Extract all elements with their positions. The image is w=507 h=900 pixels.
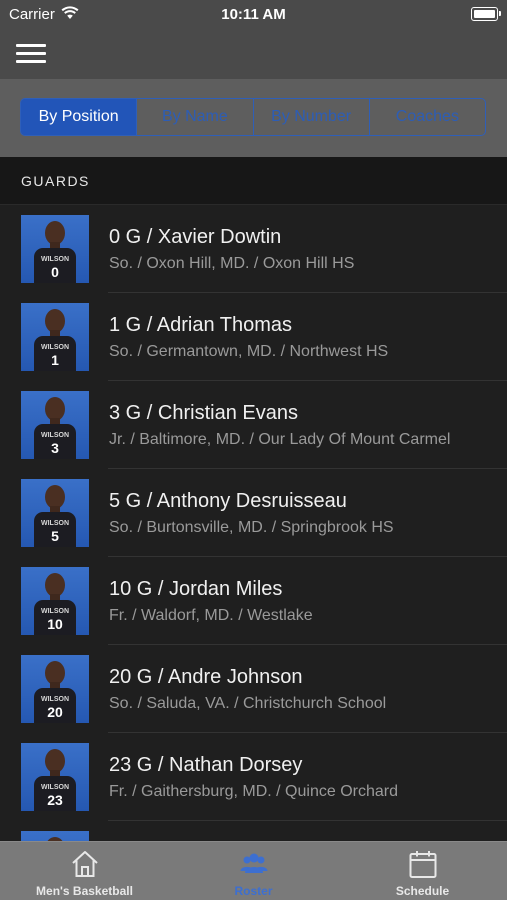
player-details: Jr. / Baltimore, MD. / Our Lady Of Mount… bbox=[109, 431, 451, 448]
status-time: 10:11 AM bbox=[221, 6, 286, 23]
hamburger-menu-icon[interactable] bbox=[16, 42, 46, 64]
segment-coaches[interactable]: Coaches bbox=[368, 99, 485, 135]
player-title: 10 G / Jordan Miles bbox=[109, 578, 283, 600]
roster-list[interactable]: WILSON 0 0 G / Xavier Dowtin So. / Oxon H… bbox=[0, 205, 507, 841]
roster-icon bbox=[240, 853, 267, 873]
battery-icon bbox=[471, 7, 501, 21]
player-photo bbox=[21, 831, 89, 841]
player-photo: WILSON 10 bbox=[21, 567, 89, 635]
segment-by-name[interactable]: By Name bbox=[136, 99, 252, 135]
player-details: So. / Burtonsville, MD. / Springbrook HS bbox=[109, 519, 394, 536]
player-title: 20 G / Andre Johnson bbox=[109, 666, 303, 688]
status-bar: Carrier 10:11 AM bbox=[0, 0, 507, 30]
player-row[interactable]: WILSON 0 0 G / Xavier Dowtin So. / Oxon H… bbox=[0, 205, 507, 293]
player-photo: WILSON 0 bbox=[21, 215, 89, 283]
player-details: So. / Germantown, MD. / Northwest HS bbox=[109, 343, 389, 360]
player-photo: WILSON 1 bbox=[21, 303, 89, 371]
player-title: 5 G / Anthony Desruisseau bbox=[109, 490, 347, 512]
calendar-icon bbox=[409, 851, 436, 878]
player-title: 1 G / Adrian Thomas bbox=[109, 314, 293, 336]
player-row[interactable]: WILSON 20 20 G / Andre Johnson So. / Salu… bbox=[0, 645, 507, 733]
tab-mens-basketball[interactable]: Men's Basketball bbox=[0, 842, 169, 900]
tab-roster[interactable]: Roster bbox=[169, 842, 338, 900]
tab-bar: Men's Basketball Roster Schedule bbox=[0, 841, 507, 900]
home-icon bbox=[71, 851, 98, 877]
roster-filter-bar: By Position By Name By Number Coaches bbox=[0, 79, 507, 157]
player-photo: WILSON 5 bbox=[21, 479, 89, 547]
player-details: So. / Oxon Hill, MD. / Oxon Hill HS bbox=[109, 255, 355, 272]
player-details: So. / Saluda, VA. / Christchurch School bbox=[109, 695, 387, 712]
player-row[interactable]: WILSON 5 5 G / Anthony Desruisseau So. / … bbox=[0, 469, 507, 557]
roster-segmented-control: By Position By Name By Number Coaches bbox=[20, 98, 486, 136]
player-photo: WILSON 3 bbox=[21, 391, 89, 459]
tab-schedule[interactable]: Schedule bbox=[338, 842, 507, 900]
player-photo: WILSON 23 bbox=[21, 743, 89, 811]
player-title: 3 G / Christian Evans bbox=[109, 402, 298, 424]
player-row[interactable]: WILSON 23 23 G / Nathan Dorsey Fr. / Gait… bbox=[0, 733, 507, 821]
section-header-guards: GUARDS bbox=[0, 157, 507, 205]
player-details: Fr. / Gaithersburg, MD. / Quince Orchard bbox=[109, 783, 398, 800]
nav-bar bbox=[0, 30, 507, 79]
player-details: Fr. / Waldorf, MD. / Westlake bbox=[109, 607, 313, 624]
player-photo: WILSON 20 bbox=[21, 655, 89, 723]
segment-by-number[interactable]: By Number bbox=[252, 99, 369, 135]
tab-label: Schedule bbox=[395, 884, 450, 898]
player-title: 0 G / Xavier Dowtin bbox=[109, 226, 282, 248]
player-row[interactable]: WILSON 1 1 G / Adrian Thomas So. / German… bbox=[0, 293, 507, 381]
player-row[interactable]: WILSON 10 10 G / Jordan Miles Fr. / Waldo… bbox=[0, 557, 507, 645]
player-title: 23 G / Nathan Dorsey bbox=[109, 754, 303, 776]
segment-by-position[interactable]: By Position bbox=[21, 99, 137, 135]
player-row[interactable] bbox=[0, 821, 507, 841]
tab-label: Men's Basketball bbox=[36, 884, 133, 898]
player-row[interactable]: WILSON 3 3 G / Christian Evans Jr. / Balt… bbox=[0, 381, 507, 469]
tab-label: Roster bbox=[234, 884, 273, 898]
